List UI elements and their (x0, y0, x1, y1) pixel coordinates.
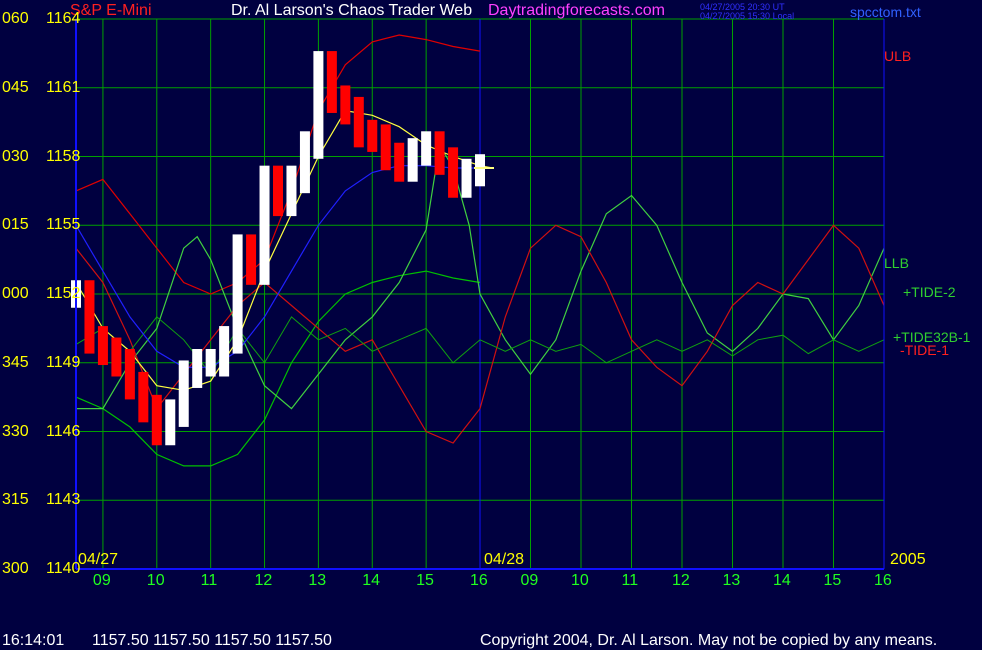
x-hour-tick-label: 14 (362, 572, 381, 589)
x-hour-tick-label: 10 (146, 572, 165, 589)
y-left-tick-label: 315 (2, 491, 29, 509)
y-left-tick-label: 060 (2, 10, 29, 27)
price-bar (124, 349, 135, 400)
price-bar (111, 337, 122, 377)
price-bar (421, 131, 432, 166)
chart-title: Dr. Al Larson's Chaos Trader Web (231, 2, 473, 19)
footer-time: 16:14:01 (2, 632, 65, 649)
y-price-tick-label: 1158 (46, 147, 81, 165)
price-bar (326, 51, 337, 113)
price-bar (475, 154, 485, 187)
y-price-tick-label: 1140 (46, 560, 81, 577)
timestamp-local: 04/27/2005 15:30 Local (700, 11, 795, 21)
price-bar (461, 158, 472, 198)
price-bars (71, 51, 485, 446)
price-bar (407, 138, 418, 182)
price-bar (232, 234, 243, 354)
y-left-tick-label: 015 (2, 216, 29, 234)
price-bar (448, 147, 459, 198)
y-left-tick-label: 030 (2, 147, 29, 165)
data-filename: spcctom.txt (850, 4, 921, 20)
y-price-tick-label: 1143 (46, 491, 81, 509)
price-bar (97, 326, 108, 366)
x-hour-tick-label: 09 (92, 572, 111, 589)
year-label: 2005 (890, 551, 926, 568)
x-hour-tick-label: 11 (200, 572, 218, 589)
x-hour-tick-label: 11 (621, 572, 639, 589)
y-price-tick-label: 1149 (46, 353, 81, 371)
x-hour-tick-label: 15 (823, 572, 842, 589)
price-bar (340, 85, 351, 125)
price-bar (246, 234, 257, 285)
price-bar (205, 349, 216, 377)
price-bar (84, 280, 95, 354)
instrument-label: S&P E-Mini (70, 2, 152, 19)
x-hour-tick-label: 12 (672, 572, 690, 589)
x-hour-tick-label: 14 (773, 572, 791, 589)
x-hour-tick-label: 09 (520, 572, 539, 589)
x-hour-tick-label: 13 (308, 572, 327, 589)
legend-ulb: ULB (884, 48, 912, 64)
x-hour-tick-label: 15 (416, 572, 434, 589)
x-hour-tick-label: 16 (874, 572, 892, 589)
y-left-tick-label: 000 (2, 285, 29, 302)
price-bar (138, 371, 149, 423)
x-hour-tick-label: 13 (722, 572, 741, 589)
price-bar (151, 394, 162, 446)
series-layer (71, 34, 885, 467)
series-llb (75, 270, 481, 467)
x-hour-tick-label: 12 (254, 572, 273, 589)
price-bar (219, 326, 230, 377)
price-bar (273, 165, 283, 217)
y-price-tick-label: 1152 (46, 285, 81, 302)
price-bar (434, 131, 445, 175)
price-bar (313, 51, 324, 159)
y-left-tick-label: 345 (2, 353, 29, 371)
price-bar (178, 360, 189, 427)
legend-llb: LLB (884, 255, 909, 271)
price-bar (192, 349, 203, 388)
x-hour-tick-label: 16 (470, 572, 488, 589)
date-label-day2: 04/28 (484, 551, 525, 568)
x-hour-tick-label: 10 (571, 572, 589, 589)
y-left-tick-label: 330 (2, 422, 29, 440)
footer-ohlc: 1157.50 1157.50 1157.50 1157.50 (92, 632, 332, 649)
y-left-tick-label: 300 (2, 560, 29, 577)
y-price-tick-label: 1164 (46, 10, 81, 27)
legend-tide1: -TIDE-1 (900, 342, 949, 358)
series-ulb (75, 34, 481, 295)
site-link[interactable]: Daytradingforecasts.com (488, 2, 665, 20)
price-bar (165, 399, 176, 446)
y-left-tick-label: 045 (2, 78, 29, 96)
price-bar (380, 124, 391, 171)
price-bar (367, 119, 378, 152)
price-bar (394, 142, 405, 182)
price-bar (286, 165, 297, 217)
price-bar (259, 165, 270, 285)
date-label-day1: 04/27 (78, 551, 119, 568)
price-bar (299, 131, 310, 194)
price-bar (353, 96, 364, 148)
y-price-tick-label: 1155 (46, 216, 81, 234)
y-price-tick-label: 1161 (46, 78, 81, 96)
y-price-tick-label: 1146 (46, 422, 81, 440)
footer-copyright: Copyright 2004, Dr. Al Larson. May not b… (480, 632, 938, 649)
legend-tide2: +TIDE-2 (903, 284, 956, 300)
